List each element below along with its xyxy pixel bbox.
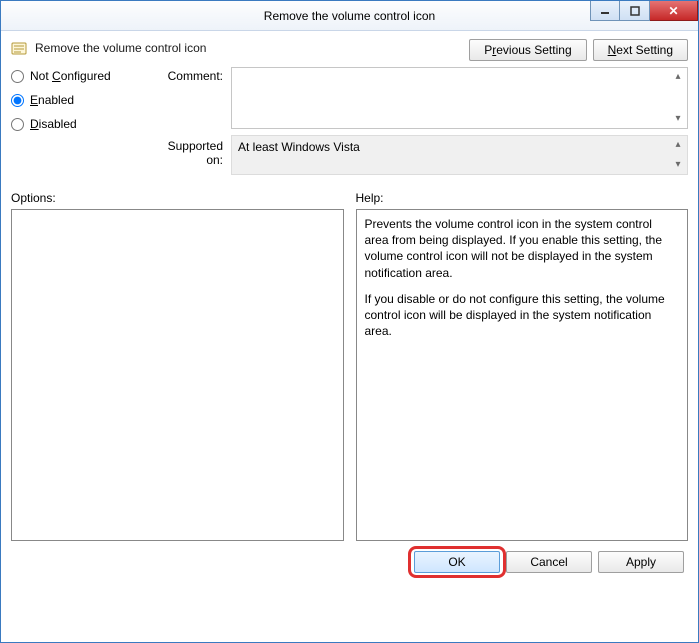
radio-enabled-input[interactable] <box>11 94 24 107</box>
supported-on-label: Supported on: <box>151 135 231 167</box>
help-label: Help: <box>356 191 689 205</box>
comment-label: Comment: <box>151 67 231 83</box>
supported-on-value: At least Windows Vista ▴ ▾ <box>231 135 688 175</box>
close-button[interactable]: ✕ <box>650 1 698 21</box>
ok-button[interactable]: OK <box>414 551 500 573</box>
minimize-icon <box>600 6 610 16</box>
window-controls: ✕ <box>590 1 698 21</box>
dialog-body: Remove the volume control icon Previous … <box>1 31 698 581</box>
scroll-up-icon[interactable]: ▴ <box>671 138 685 152</box>
radio-not-configured[interactable]: Not Configured <box>11 69 151 83</box>
help-pane: Prevents the volume control icon in the … <box>356 209 689 541</box>
next-setting-button[interactable]: Next Setting <box>593 39 688 61</box>
cancel-button[interactable]: Cancel <box>506 551 592 573</box>
apply-button[interactable]: Apply <box>598 551 684 573</box>
radio-not-configured-label: Not Configured <box>30 69 111 83</box>
radio-disabled-label: Disabled <box>30 117 77 131</box>
close-icon: ✕ <box>668 4 678 18</box>
radio-disabled-input[interactable] <box>11 118 24 131</box>
maximize-button[interactable] <box>620 1 650 21</box>
radio-enabled[interactable]: Enabled <box>11 93 151 107</box>
scroll-up-icon[interactable]: ▴ <box>671 70 685 84</box>
radio-not-configured-input[interactable] <box>11 70 24 83</box>
options-pane <box>11 209 344 541</box>
previous-setting-button[interactable]: Previous Setting <box>469 39 586 61</box>
radio-enabled-label: Enabled <box>30 93 74 107</box>
options-label: Options: <box>11 191 344 205</box>
maximize-icon <box>630 6 640 16</box>
help-paragraph: If you disable or do not configure this … <box>365 291 680 340</box>
policy-icon <box>11 41 27 57</box>
help-paragraph: Prevents the volume control icon in the … <box>365 216 680 281</box>
state-radio-group: Not Configured Enabled Disabled <box>11 67 151 141</box>
titlebar: Remove the volume control icon ✕ <box>1 1 698 31</box>
ok-highlight: OK <box>414 551 500 573</box>
supported-on-text: At least Windows Vista <box>238 140 360 154</box>
policy-title: Remove the volume control icon <box>35 39 461 55</box>
radio-disabled[interactable]: Disabled <box>11 117 151 131</box>
scroll-down-icon[interactable]: ▾ <box>671 112 685 126</box>
minimize-button[interactable] <box>590 1 620 21</box>
comment-input[interactable]: ▴ ▾ <box>231 67 688 129</box>
scroll-down-icon[interactable]: ▾ <box>671 158 685 172</box>
dialog-footer: OK Cancel Apply <box>11 551 688 573</box>
